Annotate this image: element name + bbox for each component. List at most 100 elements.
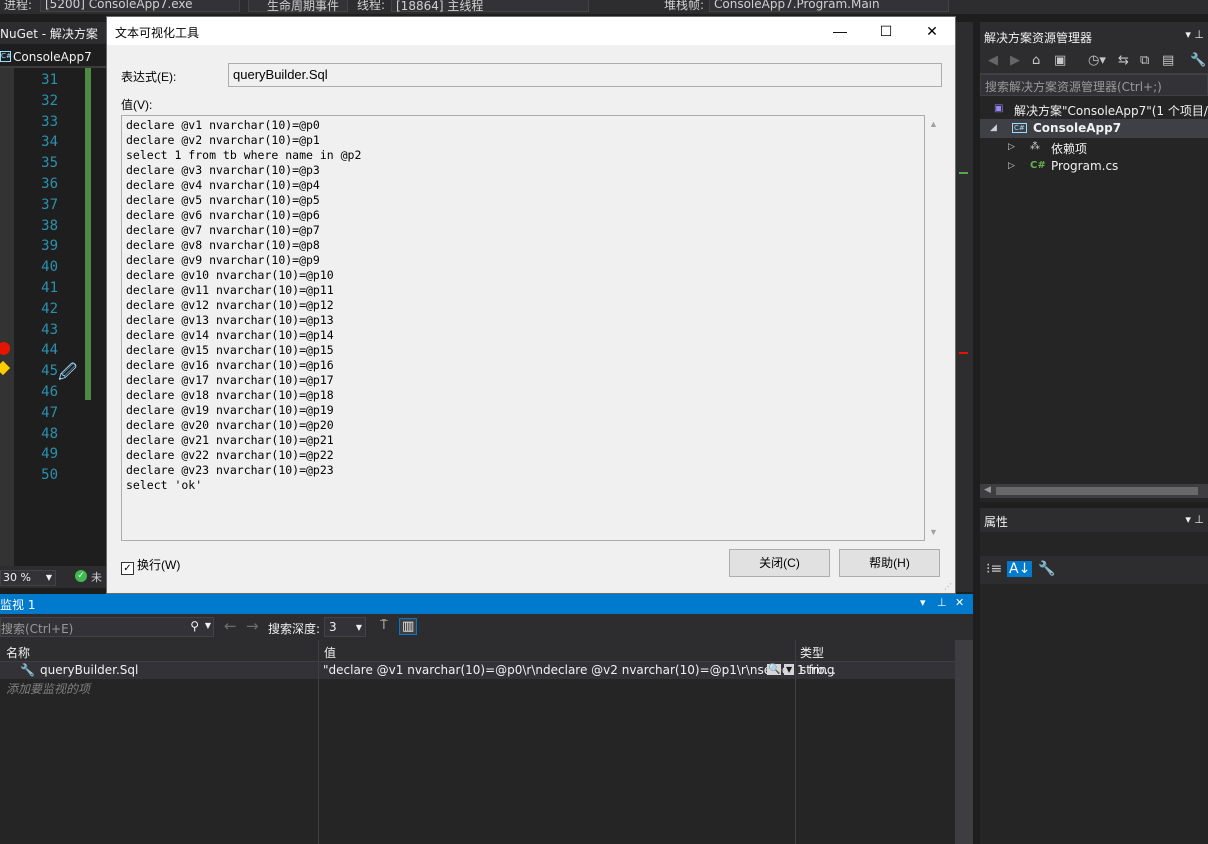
line-number: 40 (41, 259, 58, 276)
solution-explorer-toolbar: ◀ ▶ ⌂ ▣ ◷▾ ⇆ ⧉ ▤ 🔧 (980, 48, 1208, 74)
value-line: declare @v21 nvarchar(10)=@p21 (126, 433, 334, 447)
column-type[interactable]: 类型 (800, 644, 824, 661)
scroll-left-icon[interactable]: ◀ (984, 485, 991, 495)
collapsed-arrow-icon[interactable]: ▷ (1008, 161, 1015, 171)
stack-dropdown[interactable]: ConsoleApp7.Program.Main (709, 0, 949, 12)
close-button[interactable]: ✕ (909, 17, 955, 45)
dropdown-icon[interactable]: ▾ (920, 596, 926, 609)
home-icon[interactable]: ⌂ (1032, 53, 1040, 68)
value-textarea[interactable]: declare @v1 nvarchar(10)=@p0 declare @v2 … (121, 115, 925, 541)
chevron-down-icon: ▼ (355, 623, 362, 632)
property-pages-icon[interactable]: 🔧 (1038, 561, 1055, 577)
watch-scrollbar[interactable] (955, 640, 973, 844)
value-line: declare @v18 nvarchar(10)=@p18 (126, 388, 334, 402)
collapsed-arrow-icon[interactable]: ▷ (1008, 142, 1015, 152)
switch-views-icon[interactable]: ▣ (1054, 53, 1066, 68)
dialog-title-bar[interactable]: 文本可视化工具 — ☐ ✕ (107, 17, 955, 45)
checkbox-icon[interactable]: ✓ (121, 562, 134, 575)
column-value[interactable]: 值 (324, 644, 336, 661)
value-line: declare @v16 nvarchar(10)=@p16 (126, 358, 334, 372)
help-button[interactable]: 帮助(H) (839, 549, 940, 577)
tab-consoleapp7[interactable]: C# ConsoleApp7 (0, 46, 106, 68)
pin-source-icon[interactable]: ⍑ (380, 618, 388, 633)
expression-label: 表达式(E): (121, 70, 177, 84)
add-watch-placeholder[interactable]: 添加要监视的项 (6, 680, 90, 697)
value-line: declare @v2 nvarchar(10)=@p1 (126, 133, 320, 147)
process-dropdown[interactable]: [5200] ConsoleApp7.exe (40, 0, 240, 12)
scroll-up-icon[interactable]: ▲ (929, 119, 938, 129)
tree-item-dependencies[interactable]: ▷ ⁂ 依赖项 (980, 138, 1208, 157)
minimize-button[interactable]: — (817, 17, 863, 45)
zoom-dropdown[interactable]: 30 % ▼ (0, 570, 56, 586)
history-icon[interactable]: ◷▾ (1088, 53, 1106, 68)
categorized-icon[interactable]: ⁝≡ (986, 561, 1002, 577)
line-number: 35 (41, 155, 58, 172)
quick-actions-icon[interactable]: 🖉 (58, 360, 80, 383)
line-number: 44 (41, 342, 58, 359)
tree-item-solution[interactable]: ▣ 解决方案"ConsoleApp7"(1 个项目/1 (980, 100, 1208, 119)
search-next-icon[interactable]: → (246, 617, 259, 635)
watch-row-type: string (800, 663, 835, 677)
value-line: declare @v13 nvarchar(10)=@p13 (126, 313, 334, 327)
wrap-checkbox[interactable]: ✓ 换行(W) (121, 556, 180, 575)
search-previous-icon[interactable]: ← (224, 617, 237, 635)
watch-row-value[interactable]: "declare @v1 nvarchar(10)=@p0\r\ndeclare… (323, 663, 836, 677)
lifecycle-dropdown[interactable]: 生命周期事件 (248, 0, 348, 13)
pin-icon[interactable]: ▾ ⊥ (1185, 513, 1204, 526)
properties-object-selector[interactable] (980, 532, 1208, 556)
value-scrollbar[interactable]: ▲ ▼ (925, 115, 942, 541)
expanded-arrow-icon[interactable]: ◢ (990, 123, 997, 133)
sync-icon[interactable]: ⇆ (1118, 53, 1129, 68)
tab-label: ConsoleApp7 (13, 50, 92, 64)
visualizer-dropdown-icon[interactable]: ▼ (784, 664, 795, 675)
text-visualizer-icon[interactable]: 🔍 (767, 664, 782, 675)
scroll-thumb[interactable] (996, 487, 1198, 495)
line-number: 50 (41, 467, 58, 484)
chevron-down-icon[interactable]: ▼ (205, 621, 211, 630)
text-visualizer-dialog: 文本可视化工具 — ☐ ✕ 表达式(E): queryBuilder.Sql 值… (106, 16, 956, 594)
properties-wrench-icon[interactable]: 🔧 (1190, 53, 1206, 68)
change-indicator (85, 68, 91, 400)
tree-item-program-cs[interactable]: ▷ C# Program.cs (980, 157, 1208, 176)
line-number: 31 (41, 72, 58, 88)
solution-explorer-hscroll[interactable]: ◀ (980, 484, 1208, 498)
show-all-files-icon[interactable]: ▤ (1162, 53, 1174, 68)
value-line: declare @v17 nvarchar(10)=@p17 (126, 373, 334, 387)
thread-dropdown[interactable]: [18864] 主线程 (391, 0, 589, 13)
column-name[interactable]: 名称 (6, 644, 30, 661)
back-icon[interactable]: ◀ (988, 53, 998, 68)
tree-item-project[interactable]: ◢ C# ConsoleApp7 (980, 119, 1208, 138)
search-depth-dropdown[interactable]: 3 ▼ (324, 617, 366, 637)
issues-status: 未 (91, 571, 102, 584)
forward-icon[interactable]: ▶ (1010, 53, 1020, 68)
close-icon[interactable]: ✕ (955, 596, 964, 609)
solution-search-input[interactable]: 搜索解决方案资源管理器(Ctrl+;) (980, 74, 1208, 96)
value-line: declare @v15 nvarchar(10)=@p15 (126, 343, 334, 357)
value-line: declare @v14 nvarchar(10)=@p14 (126, 328, 334, 342)
value-line: select 'ok' (126, 478, 203, 492)
breakpoint-gutter[interactable] (0, 68, 14, 568)
view-format-icon[interactable]: ▥ (399, 618, 418, 635)
value-line: declare @v12 nvarchar(10)=@p12 (126, 298, 334, 312)
alphabetical-icon[interactable]: A↓ (1007, 561, 1033, 577)
watch-toolbar: 搜索(Ctrl+E) ⚲ ▼ ← → 搜索深度: 3 ▼ ⍑ ▥ (0, 614, 973, 640)
watch-search-input[interactable]: 搜索(Ctrl+E) ⚲ ▼ (0, 617, 214, 637)
resize-grip-icon[interactable]: ⋰ (944, 582, 954, 592)
expression-field[interactable]: queryBuilder.Sql (228, 63, 942, 87)
pin-icon[interactable]: ⊥ (937, 596, 947, 609)
stack-label: 堆栈帧: (664, 0, 705, 12)
scroll-down-icon[interactable]: ▼ (929, 527, 938, 537)
debug-toolbar: 进程: [5200] ConsoleApp7.exe 生命周期事件 线程: [1… (0, 0, 1208, 14)
watch-row-name[interactable]: queryBuilder.Sql (40, 663, 138, 677)
watch-add-row[interactable]: 添加要监视的项 (0, 679, 973, 696)
pin-icon[interactable]: ▾ ⊥ (1185, 28, 1204, 41)
search-icon[interactable]: ⚲ (190, 619, 199, 633)
close-dialog-button[interactable]: 关闭(C) (729, 549, 830, 577)
maximize-button[interactable]: ☐ (863, 17, 909, 45)
watch-row[interactable]: 🔧 queryBuilder.Sql "declare @v1 nvarchar… (0, 662, 973, 679)
collapse-all-icon[interactable]: ⧉ (1140, 53, 1149, 68)
editor-scrollbar[interactable] (955, 22, 973, 592)
editor-status-bar: 30 % ▼ ✓ 未 (0, 566, 106, 588)
line-number: 43 (41, 321, 58, 338)
value-line: declare @v23 nvarchar(10)=@p23 (126, 463, 334, 477)
